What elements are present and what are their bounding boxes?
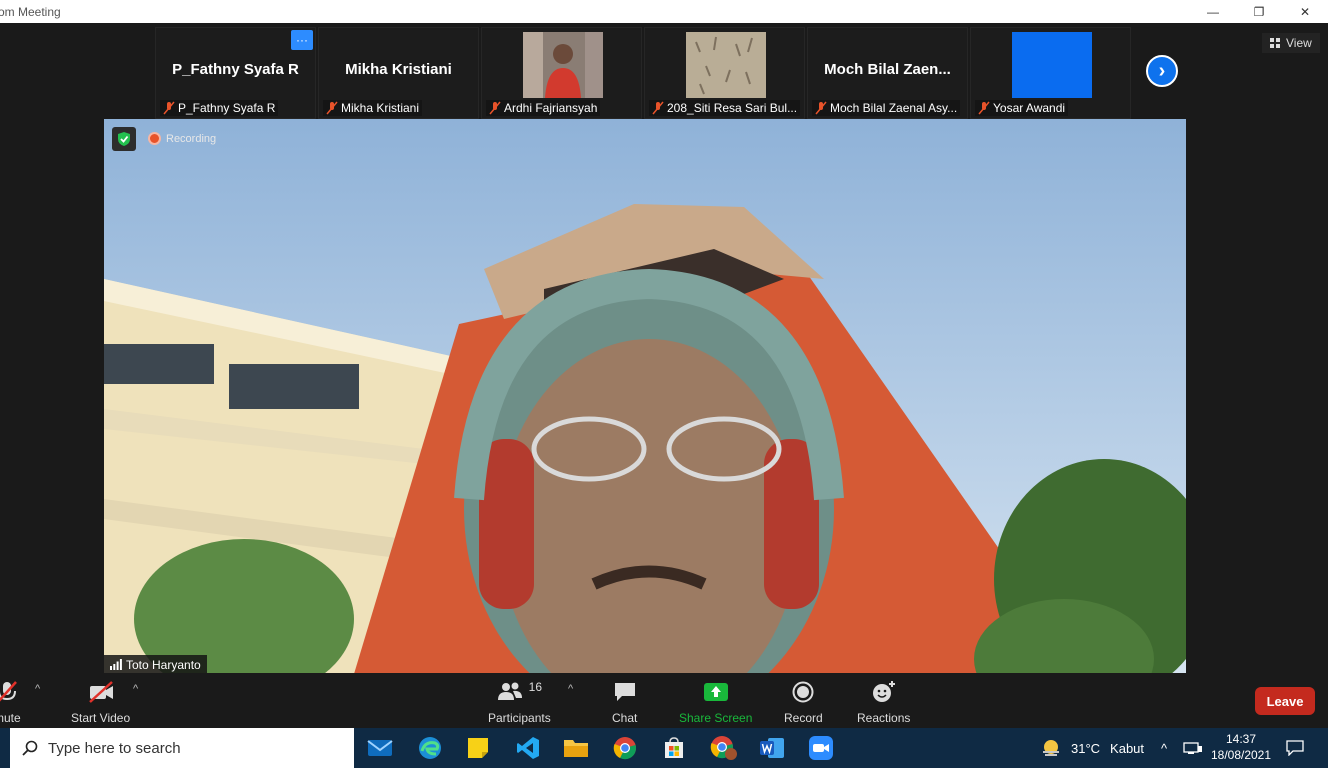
- vscode-icon[interactable]: [508, 733, 548, 763]
- recording-indicator: Recording: [148, 132, 216, 145]
- weather-temperature: 31°C: [1071, 740, 1101, 756]
- participant-display-name: Mikha Kristiani: [345, 61, 452, 78]
- mic-muted-icon: [163, 101, 175, 115]
- mic-muted-icon: [652, 101, 664, 115]
- participant-display-name: P_Fathny Syafa R: [172, 61, 299, 78]
- taskbar-clock[interactable]: 14:37 18/08/2021: [1208, 731, 1274, 763]
- mic-muted-icon: [326, 101, 338, 115]
- video-options-caret[interactable]: ^: [133, 683, 138, 695]
- leave-button[interactable]: Leave: [1255, 687, 1315, 715]
- encryption-shield-icon[interactable]: [112, 127, 136, 151]
- participant-name-label: Mikha Kristiani: [323, 100, 423, 116]
- participant-video-photo: [686, 32, 766, 98]
- mic-muted-icon: [978, 101, 990, 115]
- view-button[interactable]: View: [1262, 33, 1320, 53]
- participant-name-label: 208_Siti Resa Sari Bul...: [649, 100, 801, 116]
- record-button[interactable]: Record: [784, 679, 823, 725]
- participant-thumbnail[interactable]: Mikha Kristiani Mikha Kristiani: [318, 27, 479, 119]
- show-hidden-icons-caret[interactable]: ^: [1161, 728, 1167, 768]
- participants-count: 16: [528, 680, 543, 694]
- more-options-button[interactable]: ···: [291, 30, 313, 50]
- audio-options-caret[interactable]: ^: [35, 683, 40, 695]
- mute-button[interactable]: mute: [0, 679, 21, 725]
- next-page-button[interactable]: ›: [1146, 55, 1178, 87]
- clock-date: 18/08/2021: [1210, 748, 1272, 762]
- word-app-icon[interactable]: [752, 733, 792, 763]
- search-icon: [22, 740, 38, 756]
- share-screen-icon: [703, 679, 729, 705]
- reactions-icon: [871, 679, 897, 705]
- title-bar: om Meeting — ❐ ✕: [0, 0, 1328, 23]
- participant-name-label: Moch Bilal Zaenal Asy...: [812, 100, 961, 116]
- mic-muted-icon: [0, 679, 20, 705]
- window-title: om Meeting: [0, 5, 61, 19]
- clock-time: 14:37: [1225, 732, 1257, 746]
- edge-browser-icon[interactable]: [410, 733, 450, 763]
- meeting-toolbar: mute ^ Start Video ^ 16 Participants ^ C…: [0, 673, 1328, 728]
- hazy-weather-icon: [1043, 740, 1059, 756]
- mic-muted-icon: [489, 101, 501, 115]
- chrome-browser-icon[interactable]: [605, 733, 645, 763]
- participants-icon: [497, 682, 522, 700]
- mic-muted-icon: [815, 101, 827, 115]
- sticky-notes-icon[interactable]: [458, 733, 498, 763]
- chat-button[interactable]: Chat: [612, 679, 637, 725]
- participant-video-blue: [1012, 32, 1092, 98]
- file-explorer-icon[interactable]: [556, 733, 596, 763]
- participant-display-name: Moch Bilal Zaen...: [824, 61, 951, 78]
- notification-center-icon[interactable]: [1286, 728, 1304, 768]
- share-screen-button[interactable]: Share Screen: [679, 679, 752, 725]
- participants-button[interactable]: 16 Participants: [488, 679, 551, 725]
- participant-thumbnail[interactable]: Moch Bilal Zaen... Moch Bilal Zaenal Asy…: [807, 27, 968, 119]
- speaker-name-label: Toto Haryanto: [104, 655, 207, 674]
- participants-options-caret[interactable]: ^: [568, 683, 573, 695]
- recording-dot-icon: [148, 132, 161, 145]
- recording-label: Recording: [166, 132, 217, 145]
- record-icon: [792, 679, 814, 705]
- chat-icon: [613, 679, 637, 705]
- active-speaker-video[interactable]: Recording Toto Haryanto: [104, 119, 1186, 674]
- reactions-button[interactable]: Reactions: [857, 679, 910, 725]
- speaker-video-scene: [104, 119, 1186, 674]
- network-icon[interactable]: [1183, 728, 1203, 768]
- participant-thumbnail[interactable]: ··· P_Fathny Syafa R P_Fathny Syafa R: [155, 27, 316, 119]
- participant-name-label: P_Fathny Syafa R: [160, 100, 279, 116]
- participant-name-label: Yosar Awandi: [975, 100, 1069, 116]
- participant-name-label: Ardhi Fajriansyah: [486, 100, 601, 116]
- mail-app-icon[interactable]: [360, 733, 400, 763]
- minimize-button[interactable]: —: [1190, 0, 1236, 23]
- windows-taskbar: Type here to search 31°C Kabut ^ 14:37 1…: [0, 728, 1328, 768]
- microsoft-store-icon[interactable]: [654, 733, 694, 763]
- restore-button[interactable]: ❐: [1236, 0, 1282, 23]
- grid-icon: [1270, 37, 1280, 48]
- participant-video-photo: [523, 32, 603, 98]
- video-off-icon: [87, 679, 115, 705]
- start-video-button[interactable]: Start Video: [71, 679, 130, 725]
- weather-condition: Kabut: [1110, 740, 1145, 756]
- signal-strength-icon: [110, 659, 122, 670]
- taskbar-search-box[interactable]: Type here to search: [10, 728, 354, 768]
- search-placeholder: Type here to search: [48, 739, 181, 757]
- close-button[interactable]: ✕: [1282, 0, 1328, 23]
- chrome-profile-icon[interactable]: [704, 733, 744, 763]
- participant-thumbnail[interactable]: 208_Siti Resa Sari Bul...: [644, 27, 805, 119]
- participant-thumbnail-strip: ··· P_Fathny Syafa R P_Fathny Syafa R Mi…: [155, 27, 1131, 119]
- participant-thumbnail[interactable]: Yosar Awandi: [970, 27, 1131, 119]
- participant-thumbnail[interactable]: Ardhi Fajriansyah: [481, 27, 642, 119]
- weather-widget[interactable]: 31°C Kabut: [1040, 728, 1144, 768]
- zoom-app-icon[interactable]: [801, 733, 841, 763]
